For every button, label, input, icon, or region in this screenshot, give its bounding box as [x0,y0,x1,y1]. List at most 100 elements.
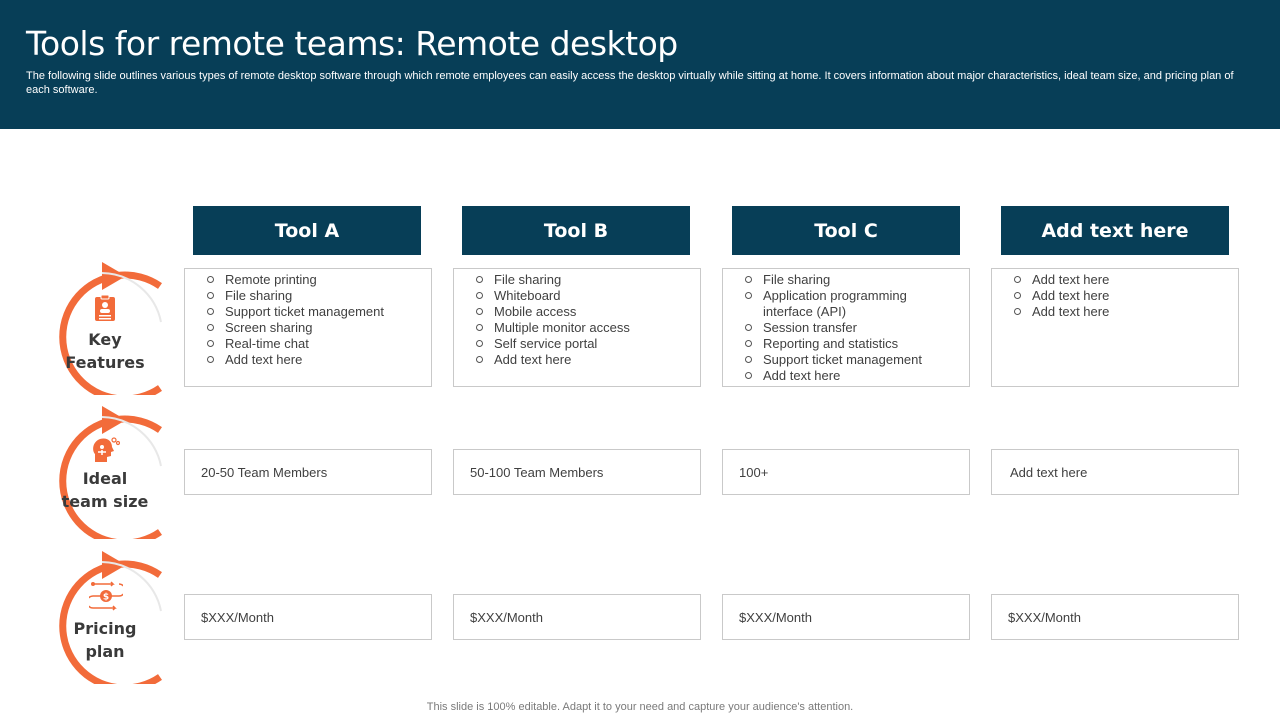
svg-text:$: $ [103,593,109,603]
list-item: Remote printing [207,272,431,288]
row-label-pricing-plan: Pricing plan [58,617,152,663]
pricing-cell-tool-c: $XXX/Month [722,594,970,640]
pricing-value: $XXX/Month [1008,609,1081,625]
bullet-icon [745,340,752,347]
list-item: Add text here [745,368,969,384]
list-item-text: File sharing [763,272,831,287]
list-item-text: Remote printing [225,272,317,287]
column-header-tool-c: Tool C [732,206,960,255]
column-header-tool-a: Tool A [193,206,421,255]
page-title: Tools for remote teams: Remote desktop [26,24,678,63]
list-item: Add text here [207,352,431,368]
list-item: File sharing [207,288,431,304]
row-label-ideal-team-size: Ideal team size [58,467,152,513]
list-item-text: interface (API) [763,304,847,319]
list-item: Support ticket management [745,352,969,368]
bullet-icon [476,324,483,331]
list-item-text: Add text here [1032,304,1110,319]
row-label-line: plan [85,642,125,661]
list-item: Screen sharing [207,320,431,336]
bullet-icon [476,308,483,315]
list-item-text: Reporting and statistics [763,336,899,351]
list-item-continuation: interface (API) [745,304,969,320]
key-features-cell-tool-c: File sharing Application programming int… [722,268,970,387]
header-bar: Tools for remote teams: Remote desktop T… [0,0,1280,129]
bullet-icon [476,292,483,299]
key-features-cell-add-text: Add text here Add text here Add text her… [991,268,1239,387]
bullet-icon [207,276,214,283]
list-item-text: Mobile access [494,304,577,319]
page-subtitle: The following slide outlines various typ… [26,70,1234,96]
bullet-icon [745,372,752,379]
list-item: Multiple monitor access [476,320,700,336]
list-item-text: Application programming [763,288,907,303]
list-item: Real-time chat [207,336,431,352]
row-label-line: Pricing [73,619,137,638]
list-item-text: Support ticket management [763,352,922,367]
clipboard-user-icon [95,294,115,321]
team-size-value: 20-50 Team Members [201,464,328,480]
list-item-text: File sharing [494,272,562,287]
list-item: Add text here [1014,288,1238,304]
list-item: File sharing [476,272,700,288]
list-item: Self service portal [476,336,700,352]
bullet-icon [207,324,214,331]
team-size-value: Add text here [1010,464,1088,480]
list-item-text: Multiple monitor access [494,320,630,335]
list-item-text: Whiteboard [494,288,561,303]
list-item-text: Add text here [494,352,572,367]
bullet-icon [745,356,752,363]
list-item-text: Support ticket management [225,304,384,319]
list-item: Support ticket management [207,304,431,320]
bullet-icon [745,324,752,331]
list-item: Mobile access [476,304,700,320]
footer-note: This slide is 100% editable. Adapt it to… [426,701,854,713]
list-item: Application programming [745,288,969,304]
team-size-cell-add-text: Add text here [991,449,1239,495]
list-item: Whiteboard [476,288,700,304]
list-item-text: Real-time chat [225,336,309,351]
list-item-text: File sharing [225,288,293,303]
bullet-icon [207,292,214,299]
bullet-icon [476,276,483,283]
team-size-value: 100+ [739,464,769,480]
bullet-icon [1014,292,1021,299]
key-features-cell-tool-a: Remote printing File sharing Support tic… [184,268,432,387]
list-item: Add text here [1014,272,1238,288]
row-label-line: Features [65,353,145,372]
bullet-icon [476,356,483,363]
bullet-icon [745,276,752,283]
team-size-cell-tool-a: 20-50 Team Members [184,449,432,495]
bullet-icon [207,356,214,363]
pricing-cell-tool-b: $XXX/Month [453,594,701,640]
row-label-line: Key [88,330,122,349]
pricing-value: $XXX/Month [470,609,543,625]
bullet-icon [207,308,214,315]
pricing-flow-icon: $ [89,581,123,611]
list-item-text: Add text here [1032,272,1110,287]
team-size-cell-tool-c: 100+ [722,449,970,495]
team-head-icon [93,437,120,462]
key-features-cell-tool-b: File sharing Whiteboard Mobile access Mu… [453,268,701,387]
list-item-text: Add text here [763,368,841,383]
pricing-value: $XXX/Month [739,609,812,625]
column-header-add-text: Add text here [1001,206,1229,255]
bullet-icon [745,292,752,299]
column-header-tool-b: Tool B [462,206,690,255]
team-size-cell-tool-b: 50-100 Team Members [453,449,701,495]
list-item-text: Add text here [225,352,303,367]
bullet-icon [1014,308,1021,315]
list-item: Add text here [476,352,700,368]
pricing-cell-tool-a: $XXX/Month [184,594,432,640]
team-size-value: 50-100 Team Members [470,464,604,480]
pricing-value: $XXX/Month [201,609,274,625]
pricing-cell-add-text: $XXX/Month [991,594,1239,640]
bullet-icon [207,340,214,347]
list-item-text: Screen sharing [225,320,313,335]
list-item-text: Self service portal [494,336,598,351]
bullet-icon [1014,276,1021,283]
list-item-text: Add text here [1032,288,1110,303]
list-item-text: Session transfer [763,320,857,335]
list-item: Add text here [1014,304,1238,320]
row-label-line: team size [61,492,149,511]
